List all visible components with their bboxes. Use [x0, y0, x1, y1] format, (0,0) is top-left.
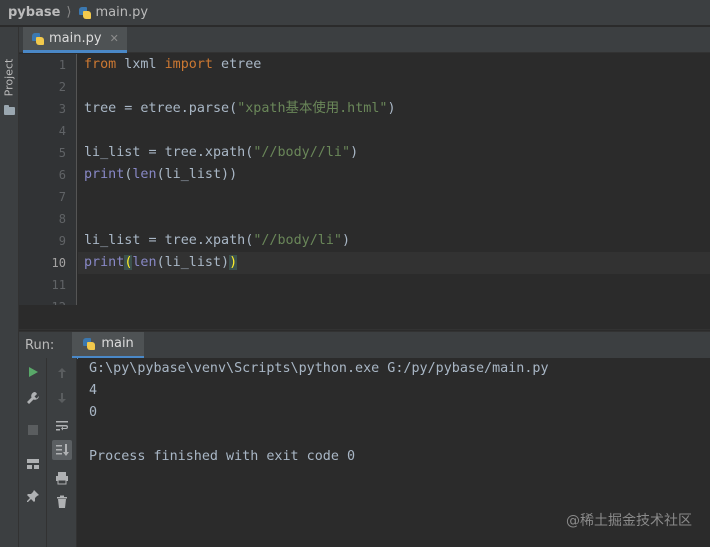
breadcrumb-file[interactable]: main.py: [96, 5, 149, 20]
code-line-5[interactable]: li_list = tree.xpath("//body//li"): [84, 142, 358, 164]
left-tool-strip: Project: [0, 27, 19, 547]
line-number: 9: [58, 234, 66, 248]
line-number: 4: [58, 124, 66, 138]
print-icon[interactable]: [52, 468, 72, 488]
stop-icon[interactable]: [23, 420, 43, 440]
soft-wrap-icon[interactable]: [52, 416, 72, 436]
line-number-gutter: 1 2 3 4 5 6 7 8 9 10 11 12: [19, 54, 77, 314]
project-tab-label: Project: [2, 58, 16, 97]
layout-icon[interactable]: [23, 454, 43, 474]
code-line-9[interactable]: li_list = tree.xpath("//body/li"): [84, 230, 350, 252]
code-editor[interactable]: from lxml import etree tree = etree.pars…: [78, 54, 710, 305]
run-tab-main[interactable]: main: [72, 331, 144, 359]
line-number: 8: [58, 212, 66, 226]
trash-icon[interactable]: [52, 492, 72, 512]
console-line: Process finished with exit code 0: [89, 449, 356, 464]
python-file-icon: [82, 337, 96, 351]
close-icon[interactable]: ✕: [110, 32, 119, 45]
line-number: 2: [58, 80, 66, 94]
line-number: 5: [58, 146, 66, 160]
console-line: G:\py\pybase\venv\Scripts\python.exe G:/…: [89, 361, 549, 376]
code-line-1[interactable]: from lxml import etree: [84, 54, 261, 76]
tab-label: main.py: [49, 31, 102, 46]
line-number: 7: [58, 190, 66, 204]
python-file-icon: [78, 6, 92, 20]
code-line-3[interactable]: tree = etree.parse("xpath基本使用.html"): [84, 98, 396, 120]
editor-tab-bar: main.py ✕: [19, 27, 710, 53]
run-tab-label: main: [101, 336, 134, 351]
line-number: 1: [58, 58, 66, 72]
console-line: 4: [89, 383, 98, 398]
down-arrow-icon[interactable]: [52, 388, 72, 408]
python-file-icon: [31, 32, 45, 46]
folder-icon[interactable]: [4, 105, 15, 115]
breadcrumb: pybase ⟩ main.py: [0, 0, 710, 26]
editor-bottom-area: [19, 305, 710, 330]
line-number: 10: [51, 256, 66, 270]
tab-main-py[interactable]: main.py ✕: [23, 27, 127, 53]
line-number: 11: [51, 278, 66, 292]
line-number: 6: [58, 168, 66, 182]
console-line: 0: [89, 405, 98, 420]
breadcrumb-separator: ⟩: [66, 5, 72, 20]
run-panel-header: Run: main: [19, 331, 710, 359]
run-icon[interactable]: [23, 362, 43, 382]
breadcrumb-project[interactable]: pybase: [8, 5, 60, 20]
watermark: @稀土掘金技术社区: [566, 513, 692, 529]
line-number: 3: [58, 102, 66, 116]
pin-icon[interactable]: [23, 486, 43, 506]
code-line-10[interactable]: print(len(li_list)): [84, 252, 238, 274]
run-toolbar-secondary: [47, 358, 77, 547]
run-toolbar-primary: [19, 358, 47, 547]
code-line-6[interactable]: print(len(li_list)): [84, 164, 237, 186]
scroll-to-end-icon[interactable]: [52, 440, 72, 460]
run-label: Run:: [25, 337, 55, 353]
project-tool-tab[interactable]: Project: [0, 57, 19, 103]
wrench-icon[interactable]: [23, 388, 43, 408]
up-arrow-icon[interactable]: [52, 363, 72, 383]
